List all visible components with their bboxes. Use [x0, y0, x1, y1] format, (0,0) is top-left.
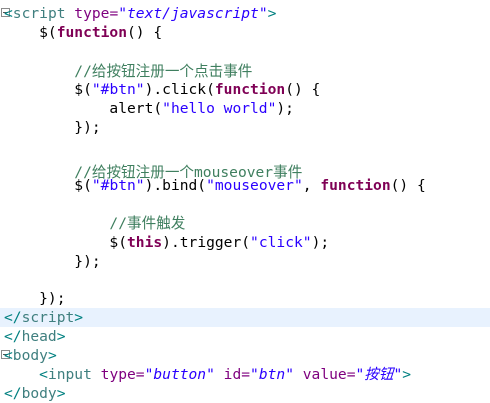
token-plain: ).bind(	[144, 177, 207, 194]
token-ang: <	[4, 5, 13, 22]
token-val: "text/javascript"	[118, 5, 268, 22]
code-text: alert("hello world");	[4, 99, 294, 118]
token-cmt: //事件触发	[4, 215, 186, 232]
code-text: <input type="button" id="btn" value="按钮"…	[4, 365, 411, 384]
token-ang: >	[47, 347, 57, 364]
token-ang: </	[4, 309, 22, 326]
token-str: "mouseover"	[206, 177, 303, 194]
token-val: "button"	[144, 366, 215, 383]
token-ang: </	[4, 385, 22, 402]
code-text: $(function() {	[4, 23, 162, 42]
code-text: </head>	[4, 327, 66, 346]
code-line-click-close[interactable]: });	[0, 118, 490, 137]
token-plain: () {	[285, 81, 321, 98]
token-ang: >	[402, 366, 412, 383]
code-line-input-tag[interactable]: <input type="button" id="btn" value="按钮"…	[0, 365, 490, 384]
code-line-blank-1[interactable]	[0, 43, 490, 62]
token-val: "按钮"	[355, 366, 403, 383]
token-kw: function	[56, 24, 128, 41]
token-plain: () {	[390, 177, 426, 194]
token-ang: >	[56, 328, 66, 345]
code-text: </body>	[4, 384, 66, 403]
token-ang: </	[4, 328, 22, 345]
token-kw: function	[214, 81, 286, 98]
code-line-comment-trigger[interactable]: //事件触发	[0, 214, 490, 233]
code-line-blank-3[interactable]	[0, 196, 490, 215]
token-val: "btn"	[250, 366, 294, 383]
code-text: </script>	[4, 308, 83, 327]
token-ang: <	[4, 347, 13, 364]
code-text: });	[4, 252, 101, 271]
code-line-body-open[interactable]: <body>	[0, 346, 490, 365]
token-tag: script	[12, 5, 66, 22]
code-text: });	[4, 118, 101, 137]
code-line-alert-call[interactable]: alert("hello world");	[0, 99, 490, 118]
token-tag: body	[21, 385, 57, 402]
token-attr: type=	[65, 5, 119, 22]
token-plain: ).trigger(	[162, 234, 251, 251]
code-text: });	[4, 289, 66, 308]
code-text: //给按钮注册一个点击事件	[4, 62, 252, 81]
token-str: "hello world"	[162, 100, 277, 117]
token-ang: >	[267, 5, 277, 22]
token-ang: >	[56, 385, 66, 402]
code-line-script-open[interactable]: <script type="text/javascript">	[0, 4, 490, 23]
code-text: $("#btn").bind("mouseover", function() {	[4, 176, 426, 195]
code-editor[interactable]: <script type="text/javascript"> $(functi…	[0, 0, 490, 403]
code-text: <script type="text/javascript">	[4, 4, 276, 23]
token-ang: <	[4, 366, 48, 383]
code-line-trigger-call[interactable]: $(this).trigger("click");	[0, 233, 490, 252]
token-plain: alert(	[4, 100, 163, 117]
token-plain: });	[4, 290, 66, 307]
token-tag: body	[12, 347, 48, 364]
token-plain: $(	[4, 177, 92, 194]
token-plain: $(	[4, 81, 92, 98]
code-text: <body>	[4, 346, 57, 365]
token-tag: script	[21, 309, 75, 326]
token-plain: $(	[4, 24, 57, 41]
code-line-click-bind[interactable]: $("#btn").click(function() {	[0, 80, 490, 99]
token-plain: });	[4, 253, 101, 270]
token-plain: });	[4, 119, 101, 136]
code-line-body-close[interactable]: </body>	[0, 384, 490, 403]
code-line-ready-open[interactable]: $(function() {	[0, 23, 490, 42]
token-str: "#btn"	[91, 177, 145, 194]
code-text: $("#btn").click(function() {	[4, 80, 320, 99]
code-text: $(this).trigger("click");	[4, 233, 329, 252]
code-line-comment-click[interactable]: //给按钮注册一个点击事件	[0, 62, 490, 81]
token-plain: );	[311, 234, 330, 251]
token-plain: $(	[4, 234, 128, 251]
token-str: "#btn"	[91, 81, 145, 98]
token-ang: >	[74, 309, 84, 326]
token-cmt: //给按钮注册一个点击事件	[4, 63, 253, 80]
code-line-head-close[interactable]: </head>	[0, 327, 490, 346]
token-attr: value=	[293, 366, 356, 383]
token-kw: function	[320, 177, 391, 194]
token-tag: head	[21, 328, 57, 345]
code-text: //事件触发	[4, 214, 185, 233]
token-attr: id=	[214, 366, 251, 383]
token-str: "click"	[250, 234, 312, 251]
token-kw: this	[127, 234, 163, 251]
code-line-script-close[interactable]: </script>	[0, 308, 490, 327]
token-tag: input	[47, 366, 92, 383]
token-plain: ).click(	[144, 81, 215, 98]
code-line-mouseover-bind[interactable]: $("#btn").bind("mouseover", function() {	[0, 176, 490, 195]
code-line-ready-close[interactable]: });	[0, 289, 490, 308]
token-plain: () {	[127, 24, 163, 41]
token-attr: type=	[91, 366, 145, 383]
token-plain: ,	[302, 177, 321, 194]
code-line-mouseover-close[interactable]: });	[0, 252, 490, 271]
token-plain: );	[276, 100, 294, 117]
